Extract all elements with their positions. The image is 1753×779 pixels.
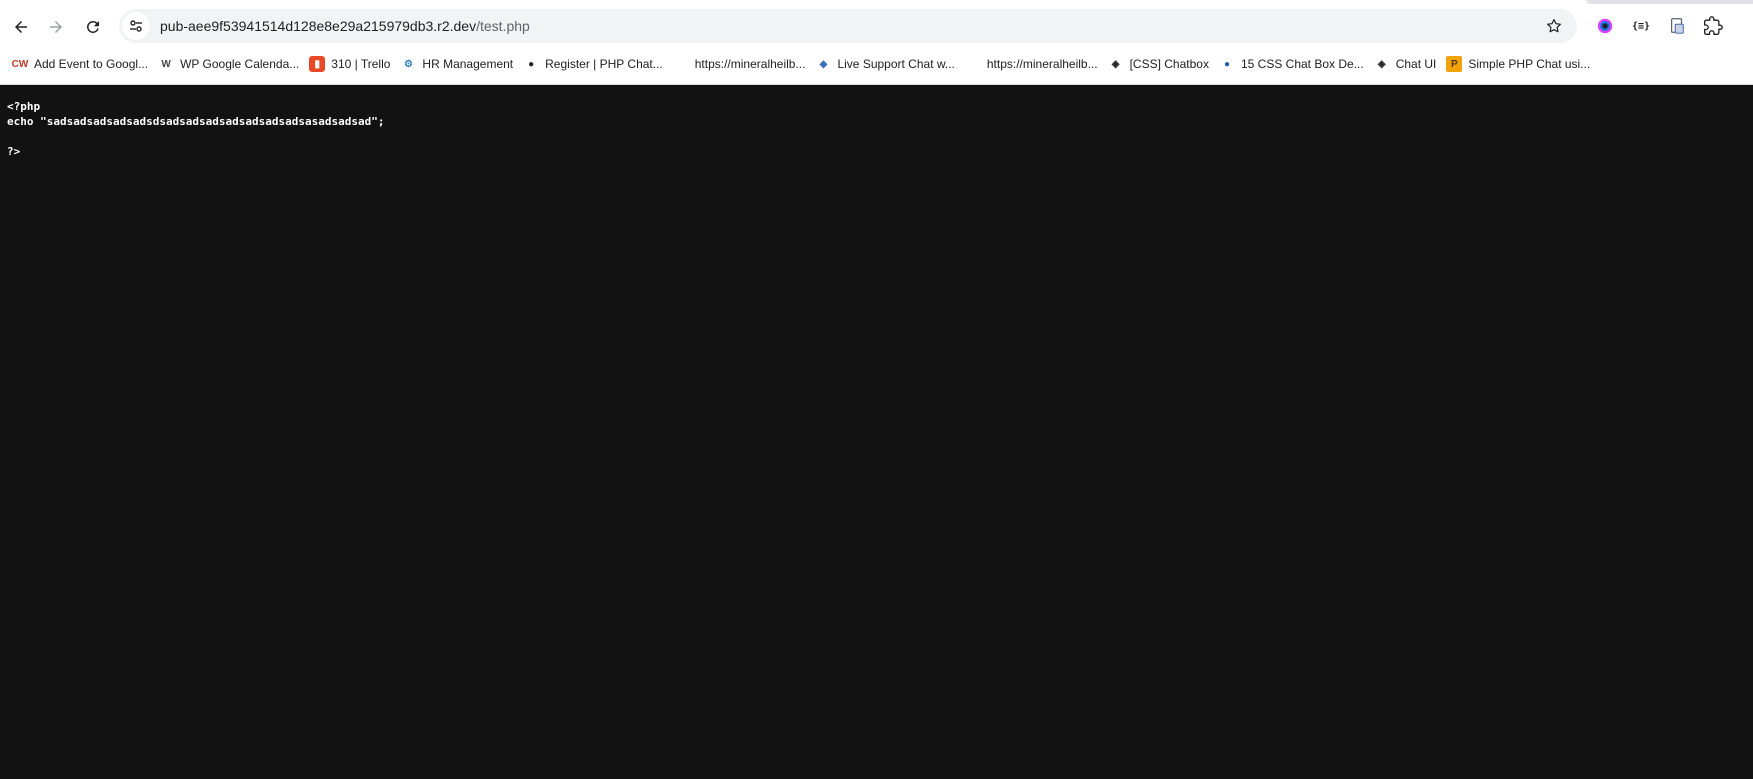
bookmark-label: 310 | Trello xyxy=(331,57,391,71)
codepen-icon: ◈ xyxy=(1377,58,1386,70)
avatar-icon: ● xyxy=(1223,58,1230,70)
back-button[interactable] xyxy=(5,11,37,43)
puzzle-extensions-icon[interactable] xyxy=(1703,16,1723,36)
php-source-text: <?php echo "sadsadsadsadsadsdsadsadsadsa… xyxy=(7,99,385,159)
bookmark-label: https://mineralheilb... xyxy=(694,57,806,71)
toolbar: pub-aee9f53941514d128e8e29a215979db3.r2.… xyxy=(0,7,1753,47)
bookmark-label: HR Management xyxy=(422,57,514,71)
wordpress-icon: W xyxy=(161,58,171,70)
reload-button[interactable] xyxy=(77,11,109,43)
bookmark-item[interactable]: ◈ [CSS] Chatbox xyxy=(1105,52,1216,76)
address-bar[interactable]: pub-aee9f53941514d128e8e29a215979db3.r2.… xyxy=(119,9,1577,43)
bookmark-item[interactable]: P Simple PHP Chat usi... xyxy=(1443,52,1597,76)
arrow-right-icon xyxy=(50,21,62,33)
cw-icon: CW xyxy=(11,58,29,70)
bookmark-label: Live Support Chat w... xyxy=(837,57,955,71)
code-line: <?php xyxy=(7,100,41,113)
bookmarks-bar: CW Add Event to Googl... W WP Google Calend… xyxy=(0,50,1753,78)
bookmark-label: Simple PHP Chat usi... xyxy=(1468,57,1591,71)
site-info-button[interactable] xyxy=(122,12,150,40)
globe-icon: ● xyxy=(528,58,535,70)
chat-icon: ◆ xyxy=(819,58,828,70)
blank-icon xyxy=(673,56,689,72)
reload-icon xyxy=(86,20,99,33)
url-host: pub-aee9f53941514d128e8e29a215979db3.r2.… xyxy=(160,18,477,34)
bookmark-label: Add Event to Googl... xyxy=(34,57,149,71)
url-text[interactable]: pub-aee9f53941514d128e8e29a215979db3.r2.… xyxy=(160,18,530,34)
color-extension-icon[interactable] xyxy=(1595,16,1615,36)
document-extension-icon[interactable] xyxy=(1667,16,1687,36)
json-extension-icon[interactable]: {≡} xyxy=(1631,16,1651,36)
bookmark-item[interactable]: W WP Google Calenda... xyxy=(155,52,306,76)
bookmark-item[interactable]: ● Register | PHP Chat... xyxy=(520,52,670,76)
bookmark-label: [CSS] Chatbox xyxy=(1129,57,1209,71)
code-line: ?> xyxy=(7,145,21,158)
bookmark-star-icon[interactable] xyxy=(1545,17,1563,35)
php-chat-icon: P xyxy=(1446,56,1463,72)
active-tab[interactable] xyxy=(0,0,1588,4)
bookmark-label: WP Google Calenda... xyxy=(180,57,300,71)
bookmark-label: Chat UI xyxy=(1395,57,1437,71)
trello-icon: ▮ xyxy=(309,56,326,72)
bookmark-item[interactable]: ▮ 310 | Trello xyxy=(306,52,397,76)
hr-icon: ⚙ xyxy=(403,58,413,70)
code-line: echo "sadsadsadsadsadsdsadsadsadsadsadsa… xyxy=(7,115,385,128)
tab-strip xyxy=(0,0,1753,4)
tune-icon xyxy=(130,20,142,32)
bookmark-item[interactable]: https://mineralheilb... xyxy=(670,52,813,76)
bookmark-item[interactable]: ◈ Chat UI xyxy=(1371,52,1444,76)
bookmark-item[interactable]: ◆ Live Support Chat w... xyxy=(812,52,961,76)
bookmark-label: Register | PHP Chat... xyxy=(545,57,663,71)
forward-button[interactable] xyxy=(40,11,72,43)
blank-icon xyxy=(965,56,981,72)
browser-chrome: pub-aee9f53941514d128e8e29a215979db3.r2.… xyxy=(0,0,1753,85)
bookmark-item[interactable]: CW Add Event to Googl... xyxy=(9,52,155,76)
bookmark-item[interactable]: ⚙ HR Management xyxy=(397,52,520,76)
codepen-icon: ◈ xyxy=(1111,58,1120,70)
page-content: <?php echo "sadsadsadsadsadsdsadsadsadsa… xyxy=(0,85,1753,779)
bookmark-label: 15 CSS Chat Box De... xyxy=(1240,57,1364,71)
url-path: /test.php xyxy=(476,18,530,34)
bookmark-item[interactable]: https://mineralheilb... xyxy=(962,52,1105,76)
bookmark-label: https://mineralheilb... xyxy=(986,57,1098,71)
arrow-left-icon xyxy=(15,21,27,33)
bookmark-item[interactable]: ● 15 CSS Chat Box De... xyxy=(1216,52,1371,76)
